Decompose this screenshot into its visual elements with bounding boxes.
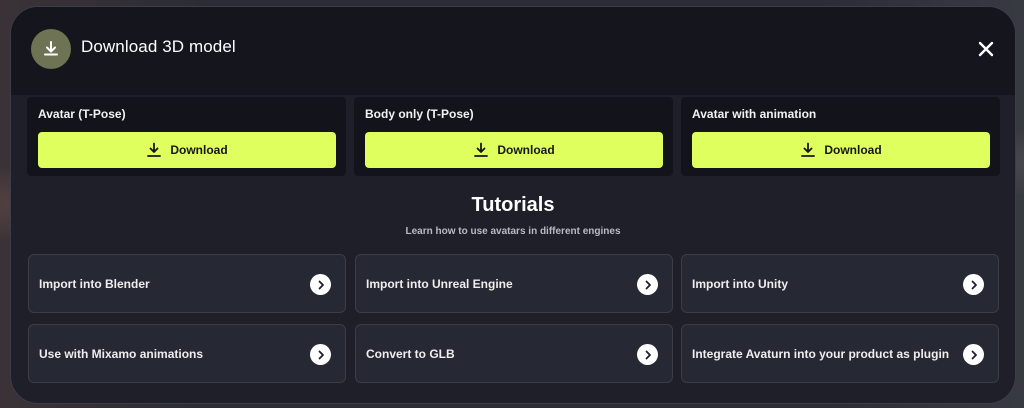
close-icon [978,41,994,57]
tutorial-card-unity[interactable]: Import into Unity [681,254,999,313]
tutorial-card-blender[interactable]: Import into Blender [28,254,346,313]
tutorial-label: Import into Unity [692,277,788,291]
tutorial-card-plugin[interactable]: Integrate Avaturn into your product as p… [681,324,999,383]
chevron-right-icon [963,274,984,295]
download-card-label: Avatar (T-Pose) [38,107,126,121]
tutorial-label: Import into Blender [39,277,150,291]
download-avatar-animation-button[interactable]: Download [692,132,990,168]
tutorials-subtitle: Learn how to use avatars in different en… [405,226,621,237]
modal-title: Download 3D model [81,37,236,56]
tutorial-label: Use with Mixamo animations [39,347,204,361]
chevron-right-icon [963,344,984,365]
download-body-tpose-button[interactable]: Download [365,132,663,168]
download-options: Avatar (T-Pose) Download Body only (T-Po… [27,97,1000,177]
download-button-label: Download [497,143,555,157]
modal-header: Download 3D model [11,7,1015,95]
download-card-body-tpose: Body only (T-Pose) Download [354,97,673,176]
download-button-label: Download [824,143,882,157]
download-card-label: Body only (T-Pose) [365,107,474,121]
download-modal: Download 3D model Avatar (T-Pose) Downlo… [10,6,1016,404]
chevron-right-icon [637,274,658,295]
chevron-right-icon [637,344,658,365]
chevron-right-icon [310,274,331,295]
close-button[interactable] [975,38,997,60]
download-button-label: Download [170,143,228,157]
tutorial-card-glb[interactable]: Convert to GLB [355,324,673,383]
chevron-right-icon [310,344,331,365]
tutorial-card-unreal[interactable]: Import into Unreal Engine [355,254,673,313]
download-icon [147,142,162,157]
download-card-avatar-animation: Avatar with animation Download [681,97,1000,176]
download-avatar-tpose-button[interactable]: Download [38,132,336,168]
tutorial-label: Integrate Avaturn into your product as p… [692,347,950,361]
tutorial-card-mixamo[interactable]: Use with Mixamo animations [28,324,346,383]
tutorial-label: Convert to GLB [366,347,455,361]
download-icon [801,142,816,157]
download-card-label: Avatar with animation [692,107,817,121]
download-card-avatar-tpose: Avatar (T-Pose) Download [27,97,346,176]
tutorial-label: Import into Unreal Engine [366,277,513,291]
tutorials-heading: Tutorials [471,194,555,216]
download-icon [474,142,489,157]
download-icon [31,29,71,69]
